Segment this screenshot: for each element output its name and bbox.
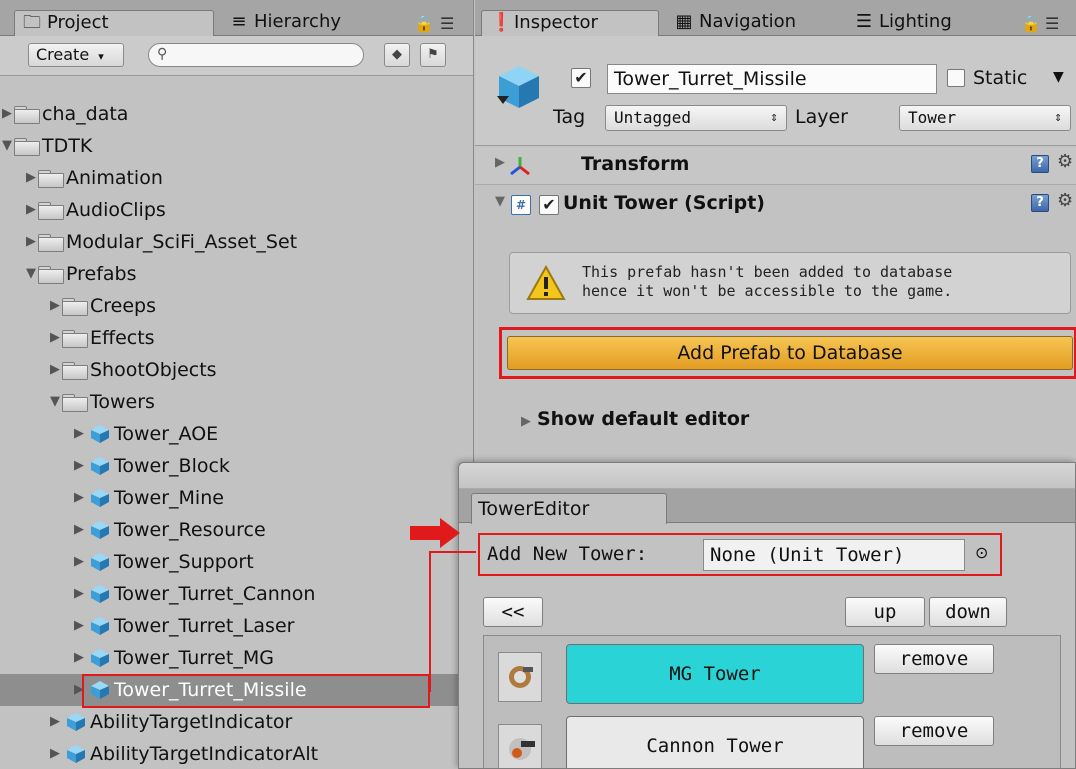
annotation-arrow-overlay (410, 518, 476, 692)
connector-line (429, 551, 476, 692)
red-arrow-icon (410, 518, 460, 548)
